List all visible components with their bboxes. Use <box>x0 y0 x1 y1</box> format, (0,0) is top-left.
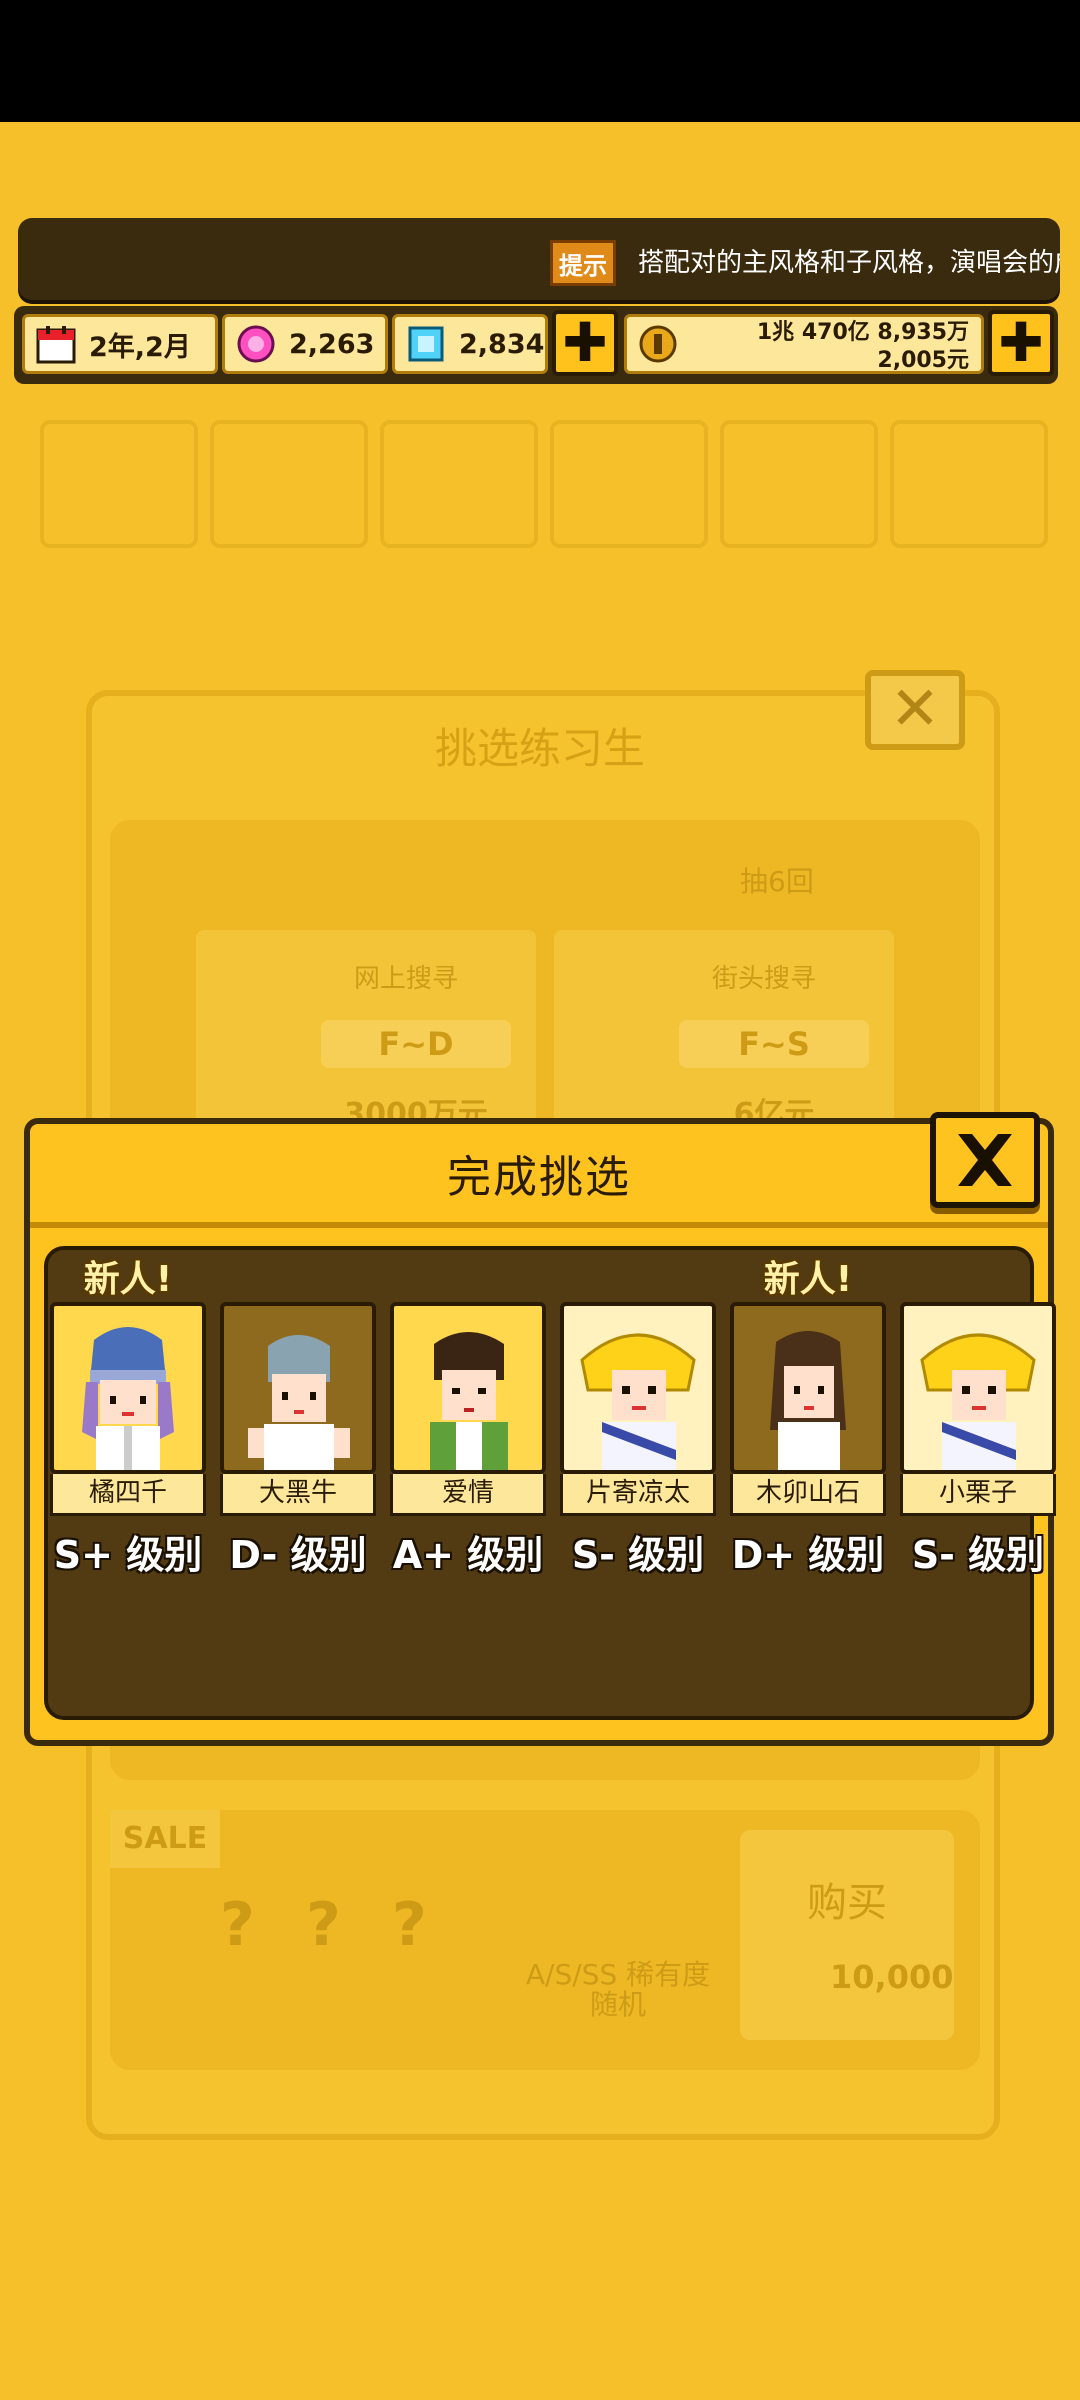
bg-tab <box>380 420 538 548</box>
character-card[interactable]: 新人! 木卯山石 D+ 级别 <box>730 1259 886 1579</box>
character-grade: D+ 级别 <box>731 1533 885 1577</box>
character-card[interactable]: 爱情 A+ 级别 <box>390 1302 546 1579</box>
close-icon <box>958 1134 1012 1186</box>
character-portrait <box>730 1302 886 1474</box>
bg-draw-label: 抽6回 <box>740 865 814 898</box>
add-gems-button[interactable]: ✚ <box>552 310 618 376</box>
character-card[interactable]: 片寄凉太 S- 级别 <box>560 1302 716 1579</box>
close-button[interactable] <box>930 1112 1040 1208</box>
dialog-title: 完成挑选 <box>30 1124 1048 1228</box>
character-card[interactable]: 大黑牛 D- 级别 <box>220 1302 376 1579</box>
bg-card-range: F~D <box>321 1020 511 1068</box>
character-card[interactable]: 小栗子 S- 级别 <box>900 1302 1056 1579</box>
character-grade: S- 级别 <box>911 1533 1045 1577</box>
date-value: 2年,2月 <box>89 331 191 363</box>
character-grade: D- 级别 <box>229 1533 367 1577</box>
money-line-1: 1兆 470亿 8,935万 <box>756 320 969 345</box>
character-list: 新人! 橘四千 S+ 级别 大黑牛 D- 级别 爱情 A+ 级别 片寄凉太 S-… <box>44 1246 1056 1720</box>
blue-gem-display: 2,834 <box>392 314 548 374</box>
bg-card-title: 网上搜寻 <box>353 964 458 994</box>
new-badge: 新人! <box>83 1259 173 1300</box>
bg-buy-button: 购买 10,000 <box>740 1830 954 2040</box>
resource-bar: 2年,2月 2,263 2,834 ✚ 1兆 470亿 8,935万 2,005… <box>14 306 1058 384</box>
money-value: 1兆 470亿 8,935万 2,005元 <box>757 319 969 375</box>
status-bar <box>0 0 1080 122</box>
bg-tab <box>40 420 198 548</box>
character-grade: A+ 级别 <box>392 1533 544 1577</box>
character-portrait <box>50 1302 206 1474</box>
character-grade: S- 级别 <box>571 1533 705 1577</box>
tip-text: 搭配对的主风格和子风格，演唱会的成 <box>638 248 1060 278</box>
bg-tab <box>720 420 878 548</box>
bg-tab <box>550 420 708 548</box>
bg-buy-price: 10,000 <box>830 1958 954 1996</box>
bg-question-mark: ? <box>392 1890 427 1960</box>
money-line-2: 2,005元 <box>877 348 969 373</box>
character-portrait <box>560 1302 716 1474</box>
date-display: 2年,2月 <box>22 314 218 374</box>
bg-question-mark: ? <box>220 1890 255 1960</box>
bg-close-icon: ✕ <box>865 670 965 750</box>
tip-ticker: 提示 搭配对的主风格和子风格，演唱会的成 <box>18 218 1060 300</box>
character-name: 大黑牛 <box>220 1474 376 1516</box>
character-card[interactable]: 新人! 橘四千 S+ 级别 <box>50 1259 206 1579</box>
pink-gem-value: 2,263 <box>289 328 375 360</box>
character-grade: S+ 级别 <box>53 1533 203 1577</box>
bg-card-title: 街头搜寻 <box>711 964 816 994</box>
blue-gem-icon <box>403 321 449 367</box>
bg-tab <box>890 420 1048 548</box>
new-badge: 新人! <box>763 1259 853 1300</box>
bg-buy-label: 购买 <box>807 1880 887 1926</box>
character-name: 片寄凉太 <box>560 1474 716 1516</box>
character-name: 木卯山石 <box>730 1474 886 1516</box>
bg-question-mark: ? <box>306 1890 341 1960</box>
bg-random-label: A/S/SS 稀有度随机 <box>525 1958 711 2021</box>
bg-search-card: 网上搜寻 F~D 3000万元 <box>196 930 536 1150</box>
coin-icon <box>635 321 681 367</box>
money-display: 1兆 470亿 8,935万 2,005元 <box>624 314 984 374</box>
pink-gem-icon <box>233 321 279 367</box>
character-name: 爱情 <box>390 1474 546 1516</box>
bg-card-range: F~S <box>679 1020 869 1068</box>
character-name: 小栗子 <box>900 1474 1056 1516</box>
bg-sale-badge: SALE <box>110 1810 220 1868</box>
character-portrait <box>900 1302 1056 1474</box>
bg-tab <box>210 420 368 548</box>
selection-complete-dialog: 完成挑选 新人! 橘四千 S+ 级别 大黑牛 D- 级别 爱情 A+ 级别 片寄… <box>24 1112 1056 1746</box>
blue-gem-value: 2,834 <box>459 328 545 360</box>
calendar-icon <box>33 321 79 367</box>
character-portrait <box>220 1302 376 1474</box>
bg-search-card: 街头搜寻 F~S 6亿元 <box>554 930 894 1150</box>
character-portrait <box>390 1302 546 1474</box>
character-name: 橘四千 <box>50 1474 206 1516</box>
tip-badge: 提示 <box>550 240 616 286</box>
pink-gem-display: 2,263 <box>222 314 388 374</box>
add-money-button[interactable]: ✚ <box>988 310 1054 376</box>
